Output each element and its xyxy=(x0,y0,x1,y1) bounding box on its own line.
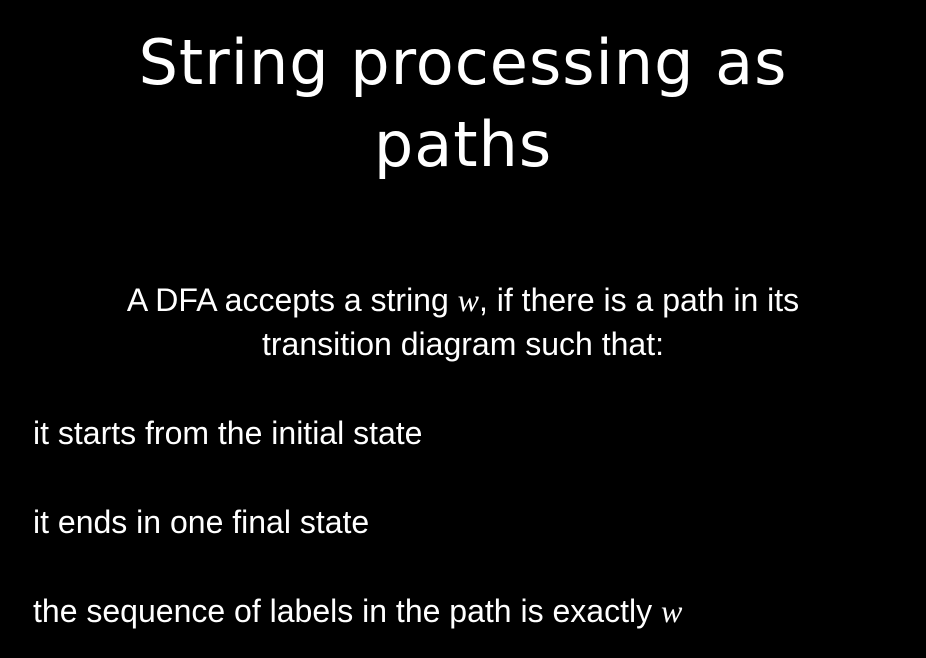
intro-text-after: , if there is a path in its xyxy=(479,282,800,318)
condition-item-3-text: the sequence of labels in the path is ex… xyxy=(33,593,661,629)
condition-variable-w: w xyxy=(660,593,683,629)
condition-item-2: it ends in one final state xyxy=(33,504,370,540)
intro-variable-w: w xyxy=(457,282,479,318)
slide-title: String processing as paths xyxy=(0,22,926,186)
title-line-1: String processing as xyxy=(138,26,788,99)
title-line-2: paths xyxy=(373,108,553,181)
intro-line-2: transition diagram such that: xyxy=(262,326,664,362)
intro-line-1: A DFA accepts a string w, if there is a … xyxy=(0,278,926,322)
intro-text-before: A DFA accepts a string xyxy=(126,282,458,318)
slide: String processing as paths A DFA accepts… xyxy=(0,0,926,658)
condition-item-3: the sequence of labels in the path is ex… xyxy=(33,591,682,631)
intro-paragraph: A DFA accepts a string w, if there is a … xyxy=(0,278,926,366)
condition-item-1: it starts from the initial state xyxy=(33,415,423,451)
